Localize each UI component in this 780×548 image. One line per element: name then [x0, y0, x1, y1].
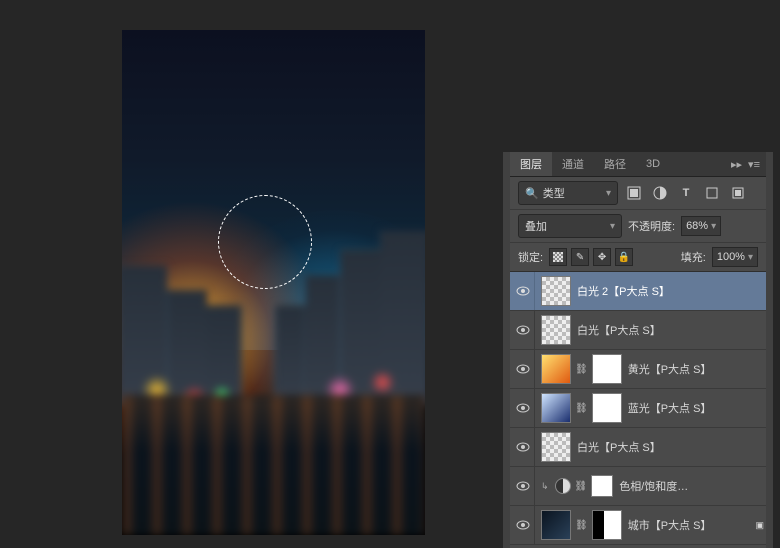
visibility-toggle[interactable] — [512, 311, 535, 349]
filter-type-dropdown[interactable]: 🔍类型 ▾ — [518, 181, 618, 205]
visibility-toggle[interactable] — [512, 389, 535, 427]
panel-tabs: 图层 通道 路径 3D ▸▸ ▾≡ — [510, 152, 766, 177]
lock-row: 锁定: ✎ ✥ 🔒 填充: 100%▾ — [510, 243, 766, 272]
layer-item-city[interactable]: ⛓ 城市【P大点 S】 ▣ — [510, 506, 766, 545]
layer-item-hue-sat[interactable]: ↳ ⛓ 色相/饱和度… — [510, 467, 766, 506]
link-icon: ⛓ — [575, 520, 588, 531]
layer-thumb — [541, 276, 571, 306]
visibility-toggle[interactable] — [512, 428, 535, 466]
layer-item-blue[interactable]: ⛓ 蓝光【P大点 S】 — [510, 389, 766, 428]
city-silhouette — [122, 290, 425, 535]
filter-shape-icon[interactable] — [702, 183, 722, 203]
visibility-toggle[interactable] — [512, 272, 535, 310]
layer-item-white2[interactable]: 白光 2【P大点 S】 — [510, 272, 766, 311]
lock-pixels-icon[interactable]: ✎ — [571, 248, 589, 266]
fill-input[interactable]: 100%▾ — [712, 247, 758, 267]
tab-paths[interactable]: 路径 — [594, 152, 636, 176]
filter-type-icon[interactable]: T — [676, 183, 696, 203]
layer-mask-thumb — [592, 354, 622, 384]
lock-all-icon[interactable]: 🔒 — [615, 248, 633, 266]
opacity-input[interactable]: 68%▾ — [681, 216, 721, 236]
river-reflection — [122, 395, 425, 535]
link-icon: ⛓ — [575, 481, 588, 492]
canvas[interactable] — [122, 30, 425, 535]
tab-3d[interactable]: 3D — [636, 154, 670, 174]
opacity-label: 不透明度: — [628, 218, 675, 234]
blend-mode-dropdown[interactable]: 叠加▾ — [518, 214, 622, 238]
adjustment-layer-icon — [555, 478, 571, 494]
filter-row: 🔍类型 ▾ T — [510, 177, 766, 210]
visibility-toggle[interactable] — [512, 467, 535, 505]
fill-label: 填充: — [681, 249, 706, 265]
clip-arrow-icon: ↳ — [541, 481, 549, 492]
tab-layers[interactable]: 图层 — [510, 152, 552, 176]
layer-thumb — [541, 315, 571, 345]
layer-item-white-b[interactable]: 白光【P大点 S】 — [510, 428, 766, 467]
layer-mask-thumb — [591, 475, 613, 497]
layer-thumb — [541, 393, 571, 423]
layer-item-yellow[interactable]: ⛓ 黄光【P大点 S】 — [510, 350, 766, 389]
link-icon: ⛓ — [575, 364, 588, 375]
layer-mask-thumb — [592, 393, 622, 423]
lock-transparent-icon[interactable] — [549, 248, 567, 266]
layers-list: 白光 2【P大点 S】 白光【P大点 S】 ⛓ 黄光【P大点 S】 ⛓ 蓝光【P… — [510, 272, 766, 548]
filter-adjustment-icon[interactable] — [650, 183, 670, 203]
blend-opacity-row: 叠加▾ 不透明度: 68%▾ — [510, 210, 766, 243]
tab-channels[interactable]: 通道 — [552, 152, 594, 176]
lock-label: 锁定: — [518, 249, 543, 265]
expand-icon[interactable]: ▸▸ — [731, 158, 742, 171]
panel-menu-icon[interactable]: ▾≡ — [748, 158, 760, 171]
visibility-toggle[interactable] — [512, 350, 535, 388]
layer-item-white[interactable]: 白光【P大点 S】 — [510, 311, 766, 350]
filter-pixel-icon[interactable] — [624, 183, 644, 203]
visibility-toggle[interactable] — [512, 506, 535, 544]
layer-thumb — [541, 510, 571, 540]
layer-thumb — [541, 354, 571, 384]
search-icon: 🔍 — [525, 187, 539, 200]
layers-panel: 图层 通道 路径 3D ▸▸ ▾≡ 🔍类型 ▾ T 叠加▾ 不透明度: 68%▾… — [510, 152, 766, 548]
smart-object-badge-icon: ▣ — [755, 520, 764, 531]
filter-smartobject-icon[interactable] — [728, 183, 748, 203]
layer-mask-thumb — [592, 510, 622, 540]
layer-thumb — [541, 432, 571, 462]
link-icon: ⛓ — [575, 403, 588, 414]
lock-position-icon[interactable]: ✥ — [593, 248, 611, 266]
